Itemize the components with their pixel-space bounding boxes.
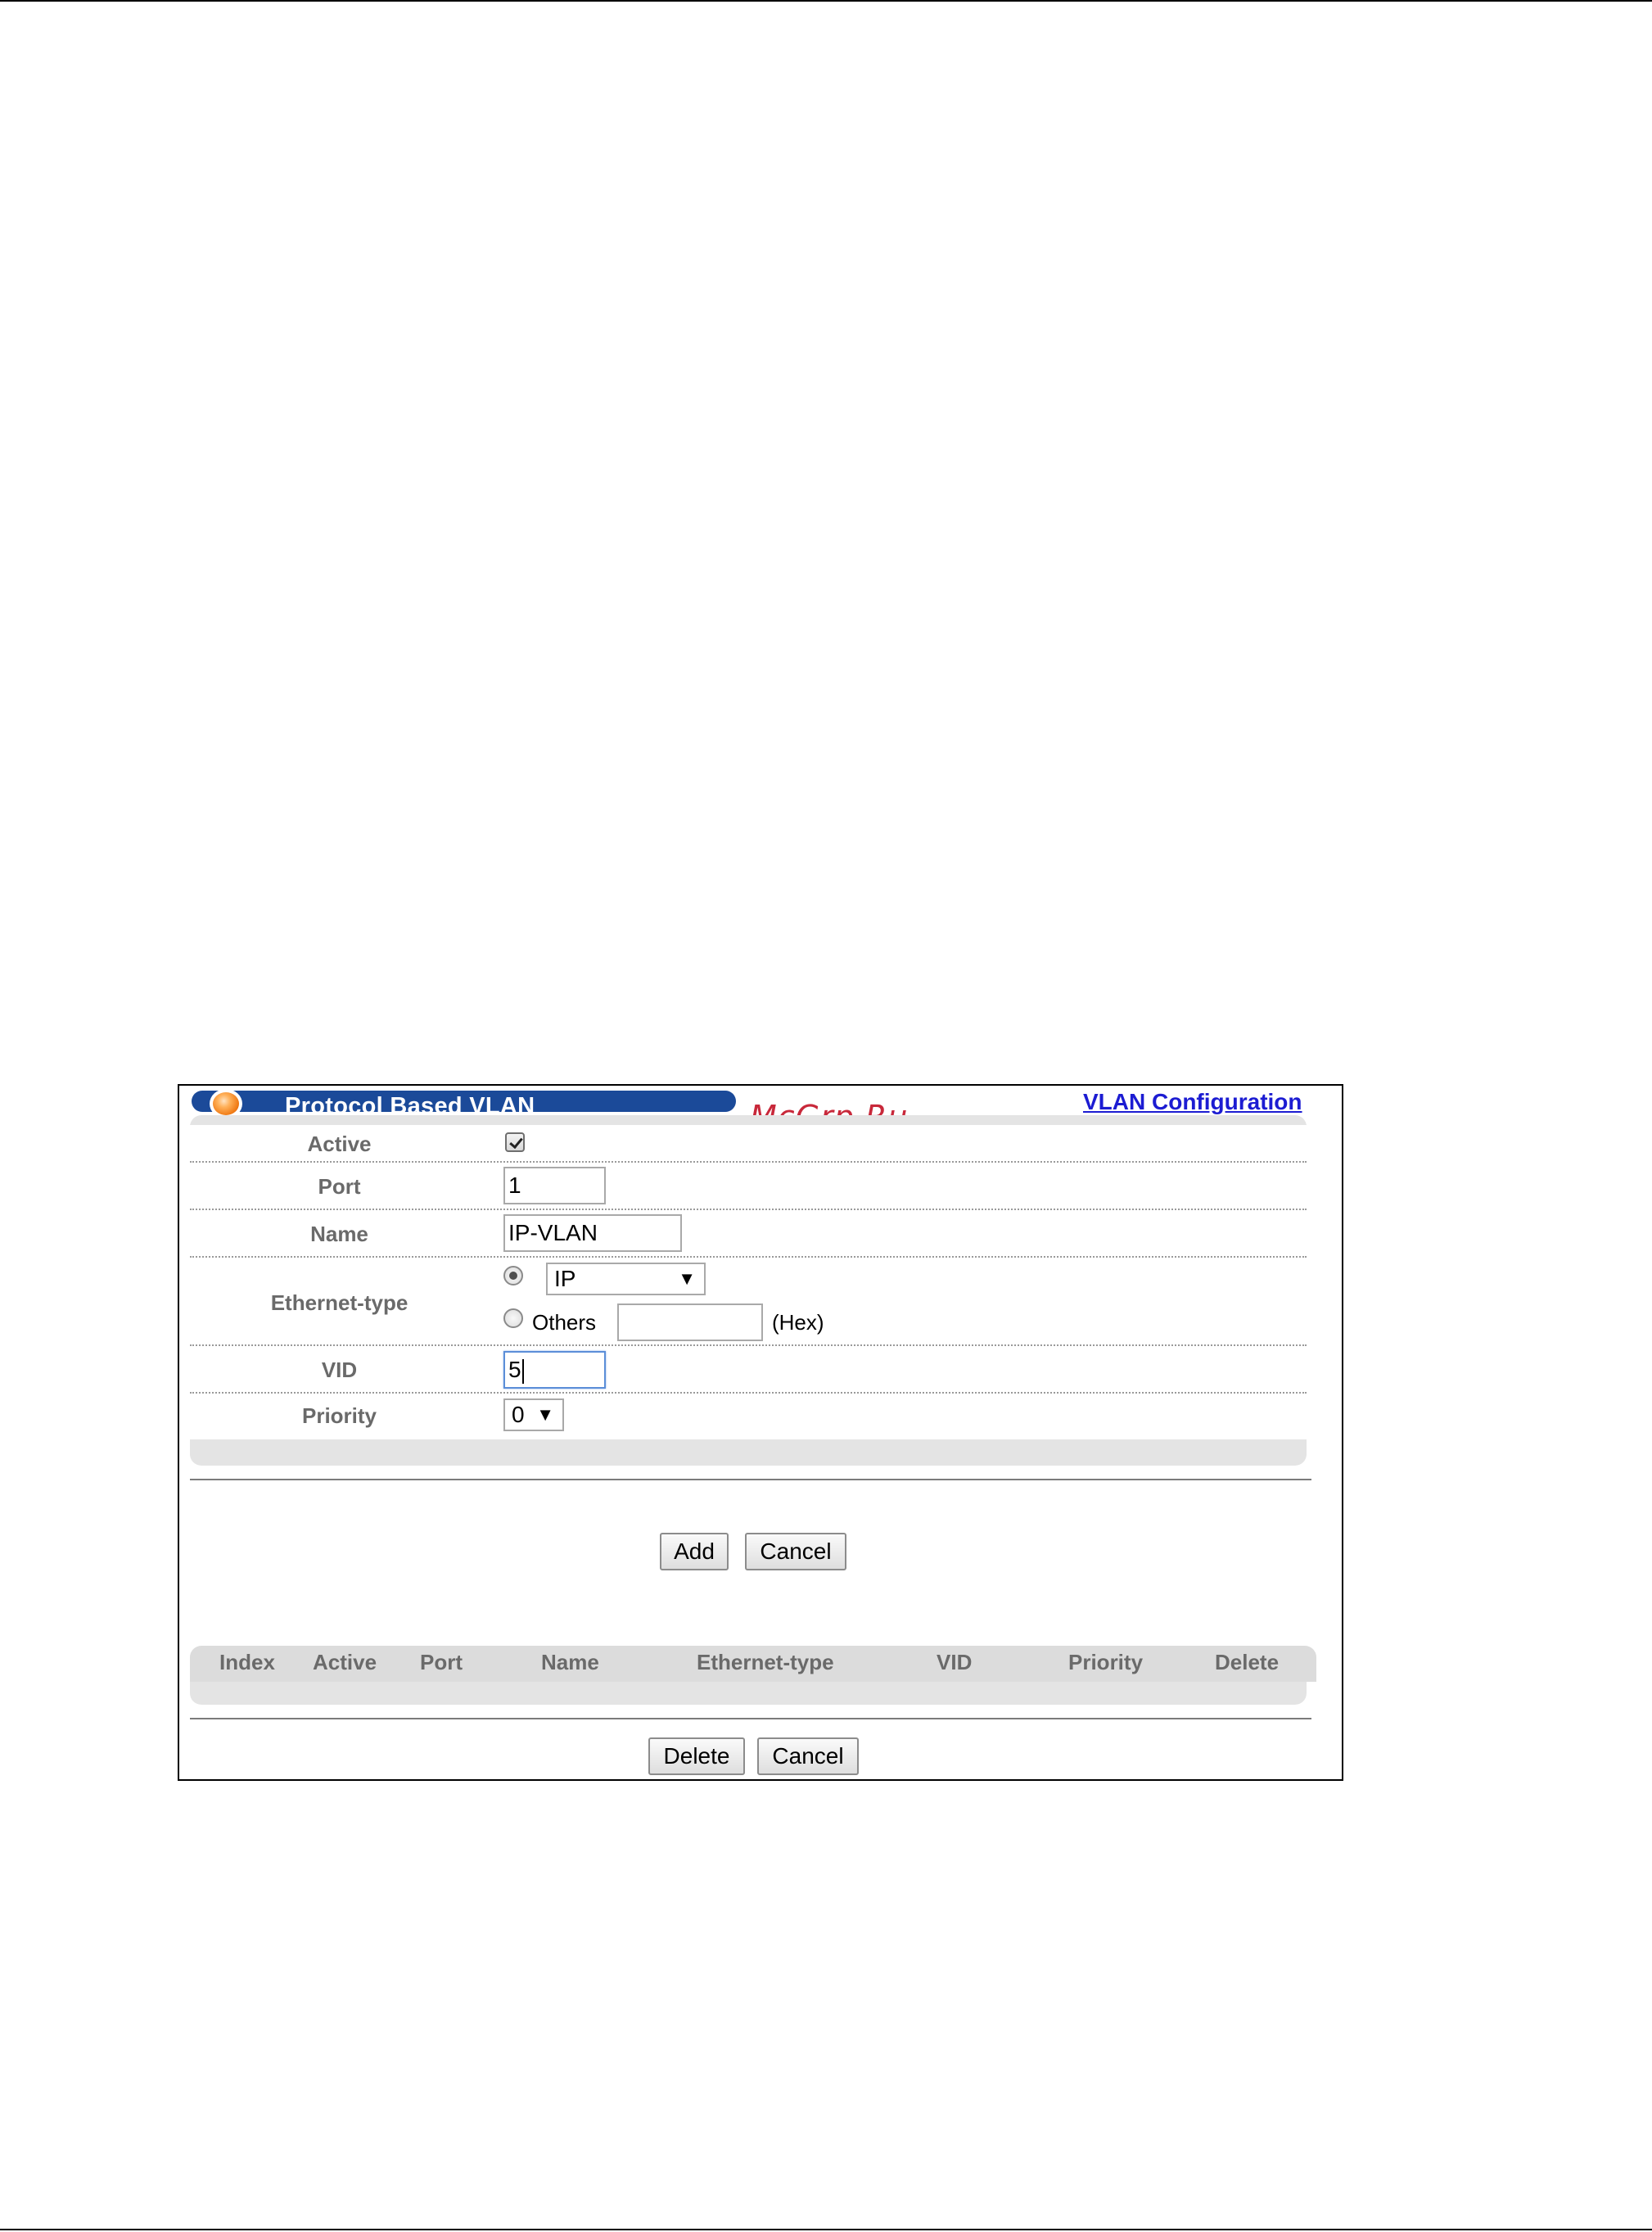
protocol-vlan-window: Protocol Based VLAN McGrp.Ru VLAN Config… — [178, 1084, 1343, 1781]
ethernet-type-select[interactable]: IP ▼ — [546, 1263, 706, 1295]
priority-selected: 0 — [512, 1402, 525, 1427]
vid-input[interactable]: 5 — [503, 1351, 606, 1389]
cancel-delete-button[interactable]: Cancel — [757, 1737, 859, 1775]
active-checkbox[interactable] — [505, 1132, 525, 1152]
separator-top — [190, 1479, 1311, 1480]
orb-icon — [210, 1089, 242, 1118]
column-header-delete: Delete — [1215, 1650, 1280, 1674]
port-label: Port — [318, 1174, 361, 1199]
ethernet-type-radio-ip[interactable] — [503, 1266, 523, 1285]
column-header-vid: VID — [937, 1650, 973, 1674]
dropdown-arrow-icon: ▼ — [678, 1268, 696, 1289]
row-ethernet-type: Ethernet-type IP ▼ Others (Hex) — [190, 1258, 1307, 1346]
others-hex-input[interactable] — [617, 1304, 763, 1341]
add-button[interactable]: Add — [660, 1533, 729, 1570]
vid-label: VID — [321, 1358, 358, 1382]
row-active: Active — [190, 1125, 1307, 1163]
column-header-active: Active — [313, 1650, 377, 1674]
priority-label: Priority — [301, 1403, 377, 1428]
ethernet-type-selected: IP — [554, 1266, 576, 1291]
name-label: Name — [310, 1222, 368, 1246]
cancel-button[interactable]: Cancel — [745, 1533, 846, 1570]
delete-button[interactable]: Delete — [648, 1737, 745, 1775]
table-header: Index Active Port Name Ethernet-type VID… — [190, 1646, 1316, 1682]
others-label: Others — [532, 1310, 597, 1335]
row-port: Port 1 — [190, 1163, 1307, 1210]
page-bottom-rule — [0, 2229, 1652, 2230]
ethernet-type-label: Ethernet-type — [270, 1290, 408, 1315]
name-input[interactable]: IP-VLAN — [503, 1214, 682, 1252]
column-header-name: Name — [541, 1650, 599, 1674]
page-top-rule — [0, 0, 1652, 2]
row-priority: Priority 0 ▼ — [190, 1394, 1307, 1439]
vlan-configuration-link[interactable]: VLAN Configuration — [1083, 1089, 1302, 1115]
row-vid: VID 5 — [190, 1346, 1307, 1394]
row-name: Name IP-VLAN — [190, 1210, 1307, 1258]
title-bar: Protocol Based VLAN — [192, 1091, 736, 1119]
ethernet-type-radio-others[interactable] — [503, 1308, 523, 1328]
table-body — [190, 1682, 1307, 1705]
text-caret — [521, 1358, 524, 1384]
column-header-port: Port — [420, 1650, 463, 1674]
dropdown-arrow-icon: ▼ — [536, 1404, 554, 1425]
column-header-ethernet-type: Ethernet-type — [697, 1650, 834, 1674]
port-input[interactable]: 1 — [503, 1167, 606, 1204]
vlan-table: Index Active Port Name Ethernet-type VID… — [190, 1646, 1316, 1705]
hex-label: (Hex) — [772, 1310, 824, 1335]
column-header-index: Index — [219, 1650, 275, 1674]
active-label: Active — [307, 1132, 372, 1156]
vid-value: 5 — [508, 1357, 521, 1382]
priority-select[interactable]: 0 ▼ — [503, 1398, 564, 1431]
column-header-priority: Priority — [1068, 1650, 1144, 1674]
form-panel: Active Port 1 Name IP-VLAN Ethernet-type… — [190, 1115, 1307, 1466]
separator-bottom — [190, 1718, 1311, 1719]
